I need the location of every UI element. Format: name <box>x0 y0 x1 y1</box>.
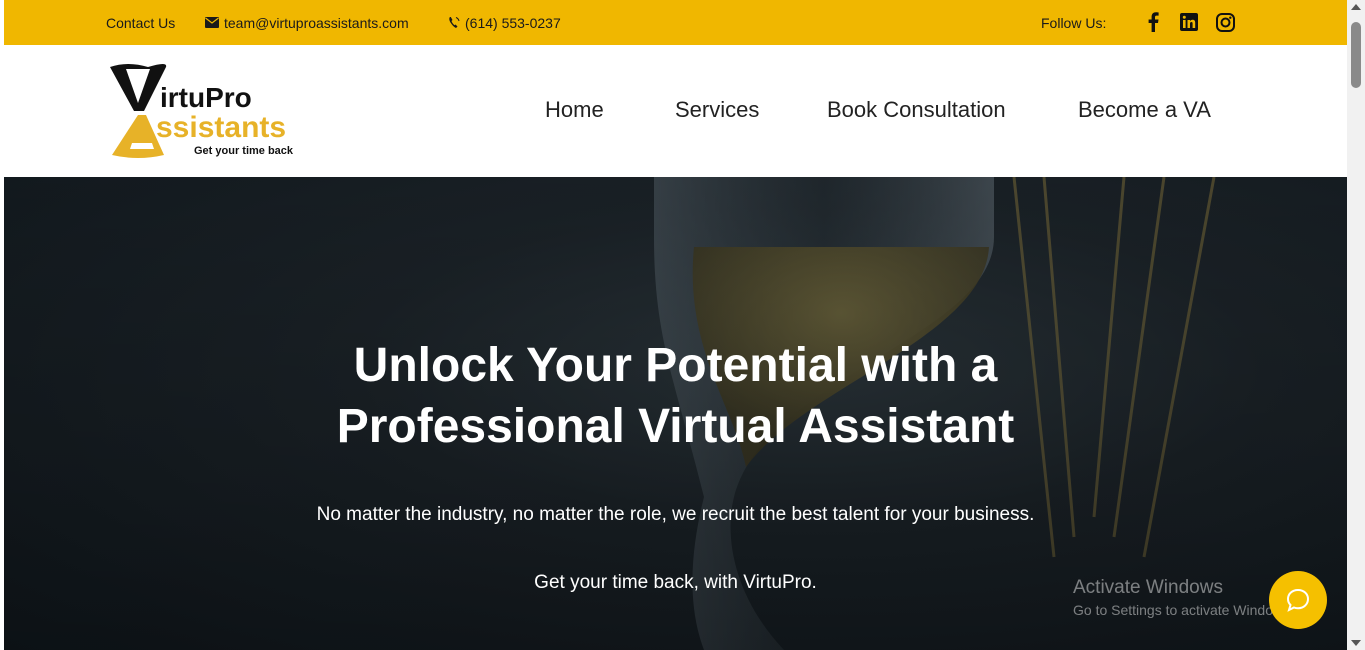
activate-windows-subtitle: Go to Settings to activate Windows. <box>1073 602 1294 618</box>
hero-section: Unlock Your Potential with a Professiona… <box>4 177 1347 650</box>
hero-title-line2: Professional Virtual Assistant <box>336 400 1015 453</box>
chat-button[interactable] <box>1269 571 1327 629</box>
nav-home[interactable]: Home <box>545 97 604 123</box>
contact-us-link[interactable]: Contact Us <box>106 0 175 45</box>
instagram-link[interactable] <box>1213 10 1237 34</box>
email-text: team@virtuproassistants.com <box>224 14 409 31</box>
logo-tagline: Get your time back <box>194 145 294 157</box>
facebook-link[interactable] <box>1141 10 1165 34</box>
hero-subtitle: No matter the industry, no matter the ro… <box>316 504 1035 525</box>
page-scrollbar[interactable] <box>1347 0 1365 650</box>
scroll-up-arrow-icon[interactable] <box>1351 4 1361 10</box>
email-link[interactable]: team@virtuproassistants.com <box>205 0 409 45</box>
top-bar: Contact Us team@virtuproassistants.com (… <box>4 0 1347 45</box>
chat-bubble-icon <box>1286 588 1310 612</box>
envelope-icon <box>205 17 219 28</box>
scroll-down-arrow-icon[interactable] <box>1351 640 1361 646</box>
phone-icon <box>449 17 460 28</box>
contact-us-label: Contact Us <box>106 14 176 31</box>
phone-link[interactable]: (614) 553-0237 <box>448 0 561 45</box>
page: Contact Us team@virtuproassistants.com (… <box>4 0 1347 650</box>
linkedin-link[interactable] <box>1177 10 1201 34</box>
nav-services[interactable]: Services <box>675 97 759 123</box>
facebook-icon <box>1148 12 1159 32</box>
follow-us-label-wrap: Follow Us: <box>1041 0 1106 45</box>
scrollbar-thumb[interactable] <box>1351 22 1361 88</box>
logo-line2: ssistants <box>156 111 286 144</box>
nav-book-consultation[interactable]: Book Consultation <box>827 97 1006 123</box>
linkedin-icon <box>1180 13 1198 31</box>
activate-windows-title: Activate Windows <box>1073 577 1223 598</box>
logo-line1: irtuPro <box>160 82 252 113</box>
hero-title: Unlock Your Potential with a Professiona… <box>4 335 1347 457</box>
virtupro-logo[interactable]: irtuPro ssistants Get your time back <box>108 63 308 161</box>
hero-title-line1: Unlock Your Potential with a <box>353 339 998 392</box>
nav-become-a-va[interactable]: Become a VA <box>1078 97 1211 123</box>
instagram-icon <box>1215 12 1235 32</box>
phone-text: (614) 553-0237 <box>465 14 561 31</box>
follow-us-label: Follow Us: <box>1041 14 1107 31</box>
site-header: irtuPro ssistants Get your time back Hom… <box>4 45 1347 177</box>
hourglass-logo-icon: irtuPro ssistants Get your time back <box>110 64 294 158</box>
